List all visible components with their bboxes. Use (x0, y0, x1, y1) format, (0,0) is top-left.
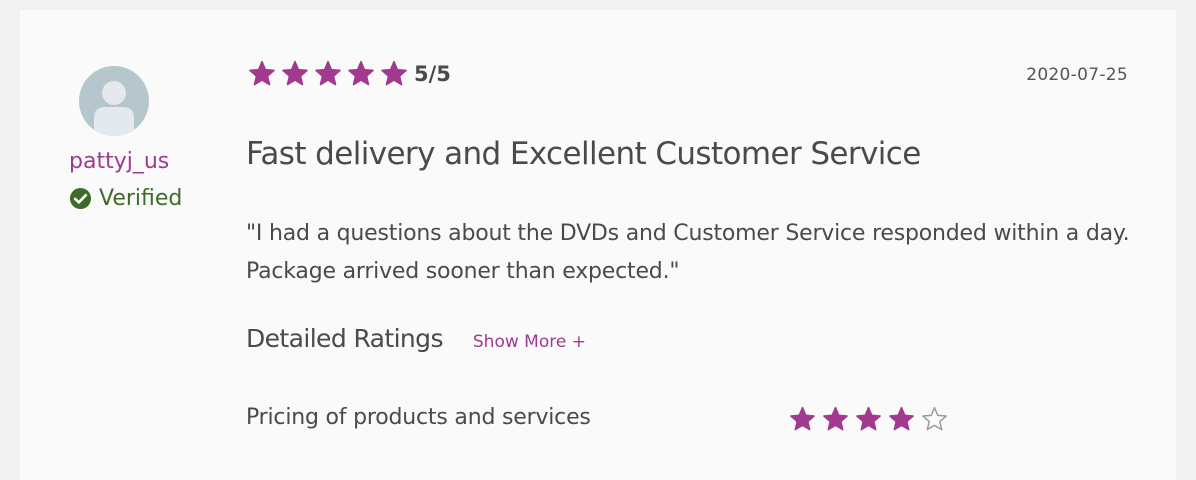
review-title: Fast delivery and Excellent Customer Ser… (246, 136, 921, 172)
star-filled-icon (856, 406, 881, 431)
verified-label: Verified (99, 186, 183, 211)
star-filled-icon (348, 60, 374, 86)
star-filled-icon (381, 60, 407, 86)
star-filled-icon (790, 406, 815, 431)
detailed-ratings-header: Detailed Ratings Show More + (246, 324, 586, 353)
review-date: 2020-07-25 (1026, 65, 1128, 85)
rating-score: 5/5 (414, 62, 451, 86)
detailed-rating-row: Pricing of products and services (246, 403, 976, 437)
star-filled-icon (282, 60, 308, 86)
review-card: pattyj_us Verified 5/5 2020-07-25 Fast d… (20, 10, 1176, 480)
detailed-ratings-heading: Detailed Ratings (246, 324, 443, 353)
overall-rating: 5/5 (248, 60, 451, 88)
user-avatar-icon (79, 66, 149, 136)
star-filled-icon (889, 406, 914, 431)
star-filled-icon (823, 406, 848, 431)
detailed-rating-stars (789, 406, 954, 433)
username[interactable]: pattyj_us (69, 149, 169, 174)
review-body: "I had a questions about the DVDs and Cu… (246, 221, 1130, 284)
detailed-rating-label: Pricing of products and services (246, 405, 591, 430)
show-more-link[interactable]: Show More + (473, 332, 586, 352)
star-empty-icon (922, 406, 947, 431)
check-circle-icon (69, 187, 92, 210)
verified-badge: Verified (69, 186, 182, 211)
star-filled-icon (315, 60, 341, 86)
star-filled-icon (249, 60, 275, 86)
